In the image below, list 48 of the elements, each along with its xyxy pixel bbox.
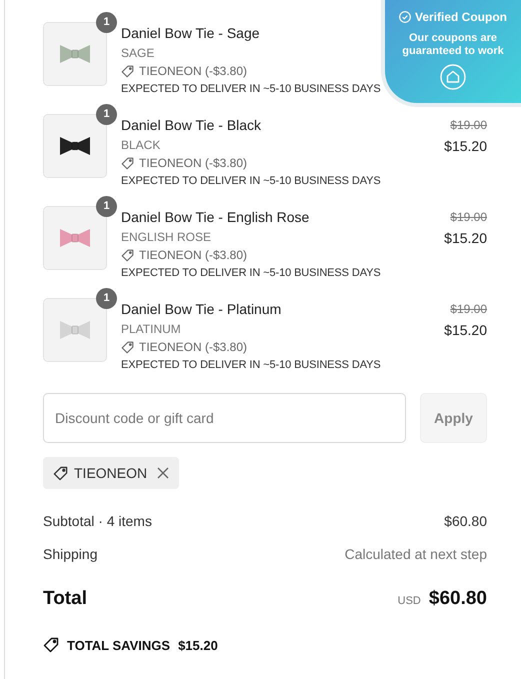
delivery-estimate: EXPECTED TO DELIVER IN ~5-10 BUSINESS DAYS [121, 82, 381, 97]
discount-code: TIEONEON (-$3.80) [139, 155, 248, 172]
product-price: $15.20 [444, 137, 487, 156]
discount-code-field[interactable]: Discount code or gift card [43, 393, 406, 443]
close-icon[interactable] [157, 467, 170, 479]
tag-icon [53, 466, 68, 480]
delivery-estimate: EXPECTED TO DELIVER IN ~5-10 BUSINESS DAYS [121, 266, 381, 281]
product-variant: PLATINUM [121, 321, 181, 338]
product-name: Daniel Bow Tie - Platinum [121, 300, 282, 319]
apply-button[interactable]: Apply [420, 393, 487, 443]
tag-icon [121, 156, 134, 170]
check-circle-icon [398, 11, 411, 23]
total-label: Total [43, 587, 87, 611]
discount-code: TIEONEON (-$3.80) [139, 247, 248, 264]
product-price: $15.20 [444, 229, 487, 248]
total-value: $60.80 [428, 587, 487, 611]
currency-code: USD [398, 594, 421, 609]
product-name: Daniel Bow Tie - Sage [121, 24, 260, 43]
shipping-label: Shipping [43, 545, 98, 564]
product-variant: SAGE [121, 45, 154, 62]
discount-code: TIEONEON (-$3.80) [139, 339, 248, 356]
original-price: $19.00 [450, 209, 487, 226]
discount-code: TIEONEON (-$3.80) [139, 63, 248, 80]
tag-icon [121, 64, 134, 78]
tag-icon [121, 248, 134, 262]
badge-text: Our coupons are guaranteed to work [401, 32, 505, 58]
product-name: Daniel Bow Tie - English Rose [121, 208, 310, 227]
savings-label: TOTAL SAVINGS [67, 636, 170, 654]
product-price: $15.20 [444, 321, 487, 340]
product-name: Daniel Bow Tie - Black [121, 116, 262, 135]
subtotal-value: $60.80 [444, 512, 487, 531]
quantity-badge: 1 [96, 104, 117, 125]
original-price: $19.00 [450, 117, 487, 134]
tag-icon [43, 637, 59, 654]
product-variant: ENGLISH ROSE [121, 229, 212, 246]
delivery-estimate: EXPECTED TO DELIVER IN ~5-10 BUSINESS DAYS [121, 174, 381, 189]
quantity-badge: 1 [96, 288, 117, 309]
tag-icon [121, 340, 134, 354]
quantity-badge: 1 [96, 12, 117, 33]
original-price: $19.00 [450, 301, 487, 318]
applied-code: TIEONEON [74, 464, 148, 482]
shipping-value: Calculated at next step [344, 545, 487, 564]
product-variant: BLACK [121, 137, 160, 154]
delivery-estimate: EXPECTED TO DELIVER IN ~5-10 BUSINESS DAYS [121, 358, 381, 373]
savings-value: $15.20 [178, 636, 218, 654]
subtotal-label: Subtotal · 4 items [43, 512, 152, 531]
badge-title: Verified Coupon [414, 9, 507, 26]
quantity-badge: 1 [96, 196, 117, 217]
